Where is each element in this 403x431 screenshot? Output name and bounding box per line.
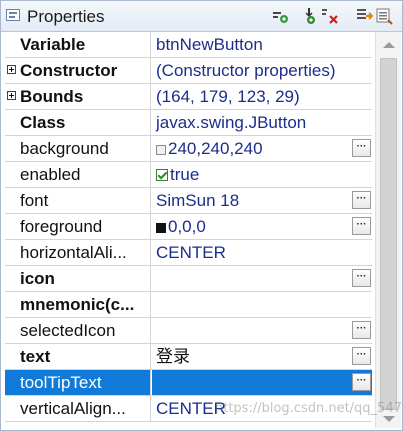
- property-value[interactable]: javax.swing.JButton: [152, 110, 372, 135]
- panel-title: Properties: [27, 7, 105, 26]
- vertical-scrollbar[interactable]: [375, 32, 401, 428]
- edit-font-button[interactable]: ···: [352, 191, 371, 209]
- property-name: Constructor: [5, 58, 151, 83]
- property-row-font[interactable]: font SimSun 18 ···: [5, 188, 372, 214]
- edit-tooltip-text-button[interactable]: ···: [352, 373, 371, 391]
- property-value[interactable]: [152, 292, 372, 317]
- property-row-icon[interactable]: icon ···: [5, 266, 372, 292]
- convert-local-to-field-icon[interactable]: [356, 7, 374, 25]
- property-name: toolTipText: [5, 370, 151, 395]
- property-name: font: [5, 188, 151, 213]
- property-value[interactable]: [152, 318, 372, 343]
- property-name: icon: [5, 266, 151, 291]
- scroll-up-icon[interactable]: [383, 42, 395, 48]
- view-menu-icon[interactable]: [375, 7, 393, 25]
- property-row-variable[interactable]: Variable btnNewButton: [5, 32, 372, 58]
- property-value[interactable]: 240,240,240: [152, 136, 372, 161]
- property-value[interactable]: (164, 179, 123, 29): [152, 84, 372, 109]
- edit-background-button[interactable]: ···: [352, 139, 371, 157]
- property-name: enabled: [5, 162, 151, 187]
- property-row-text[interactable]: text 登录 ···: [5, 344, 372, 370]
- property-value[interactable]: [152, 266, 372, 291]
- show-events-icon[interactable]: [271, 7, 289, 25]
- properties-view-icon: [6, 9, 20, 21]
- property-value-input[interactable]: [152, 370, 372, 395]
- property-row-tooltip-text[interactable]: toolTipText ···: [5, 370, 372, 396]
- watermark: https://blog.csdn.net/qq_54798138: [215, 401, 403, 416]
- property-grid: Variable btnNewButton Constructor (Const…: [5, 32, 372, 422]
- property-row-bounds[interactable]: Bounds (164, 179, 123, 29): [5, 84, 372, 110]
- scroll-thumb[interactable]: [380, 58, 397, 410]
- property-name: background: [5, 136, 151, 161]
- property-value[interactable]: CENTER: [152, 240, 372, 265]
- property-name: Class: [5, 110, 151, 135]
- property-row-horizontal-alignment[interactable]: horizontalAli... CENTER: [5, 240, 372, 266]
- property-row-selected-icon[interactable]: selectedIcon ···: [5, 318, 372, 344]
- property-row-mnemonic[interactable]: mnemonic(c...: [5, 292, 372, 318]
- property-row-foreground[interactable]: foreground 0,0,0 ···: [5, 214, 372, 240]
- title-bar: Properties: [1, 1, 402, 32]
- property-row-constructor[interactable]: Constructor (Constructor properties): [5, 58, 372, 84]
- property-name: text: [5, 344, 151, 369]
- properties-panel: Properties Variable btnNewButton Constru…: [0, 0, 403, 431]
- edit-icon-button[interactable]: ···: [352, 269, 371, 287]
- edit-foreground-button[interactable]: ···: [352, 217, 371, 235]
- property-name: mnemonic(c...: [5, 292, 151, 317]
- property-value[interactable]: btnNewButton: [152, 32, 372, 57]
- property-value[interactable]: SimSun 18: [152, 188, 372, 213]
- property-name: foreground: [5, 214, 151, 239]
- property-name: selectedIcon: [5, 318, 151, 343]
- property-row-background[interactable]: background 240,240,240 ···: [5, 136, 372, 162]
- property-value[interactable]: (Constructor properties): [152, 58, 372, 83]
- property-name: Variable: [5, 32, 151, 57]
- edit-text-button[interactable]: ···: [352, 347, 371, 365]
- property-value[interactable]: true: [152, 162, 372, 187]
- checkbox-checked-icon[interactable]: [156, 169, 168, 181]
- goto-definition-icon[interactable]: [303, 7, 321, 25]
- boolean-value: true: [170, 165, 200, 184]
- scroll-down-icon[interactable]: [383, 416, 395, 422]
- edit-selected-icon-button[interactable]: ···: [352, 321, 371, 339]
- remove-icon[interactable]: [321, 7, 339, 25]
- property-name: verticalAlign...: [5, 396, 151, 421]
- color-swatch-icon: [156, 223, 166, 233]
- property-name: Bounds: [5, 84, 151, 109]
- property-row-class[interactable]: Class javax.swing.JButton: [5, 110, 372, 136]
- color-swatch-icon: [156, 145, 166, 155]
- property-value[interactable]: 登录: [152, 344, 372, 369]
- property-row-enabled[interactable]: enabled true: [5, 162, 372, 188]
- color-value: 240,240,240: [168, 139, 263, 158]
- color-value: 0,0,0: [168, 217, 206, 236]
- property-value[interactable]: 0,0,0: [152, 214, 372, 239]
- property-name: horizontalAli...: [5, 240, 151, 265]
